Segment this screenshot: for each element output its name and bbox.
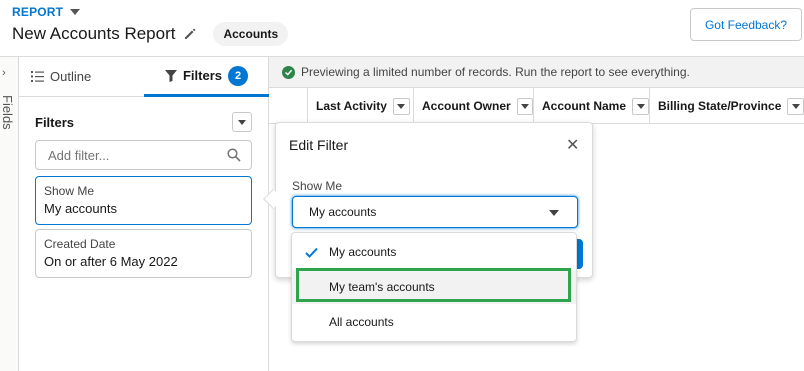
chevron-down-icon [549,210,559,216]
report-header: REPORT New Accounts Report Accounts Got … [0,0,804,57]
column-menu-button[interactable] [392,97,410,115]
add-filter-input[interactable] [36,141,216,169]
tab-filters-label: Filters [182,68,222,83]
tab-outline-label: Outline [50,69,92,84]
panel-tabs: Outline Filters 2 [19,57,269,97]
check-icon [305,247,318,258]
chevron-down-icon [70,9,81,15]
filter-card-value: On or after 6 May 2022 [44,254,178,269]
filters-panel: Outline Filters 2 Filters Show Me My acc… [19,57,269,371]
add-filter-search [35,140,252,170]
fields-label: Fields [0,95,15,130]
preview-banner: Previewing a limited number of records. … [269,57,804,88]
report-label: REPORT [12,5,64,19]
option-label: My accounts [329,245,397,259]
tab-outline[interactable]: Outline [31,69,91,84]
filter-icon [164,69,177,82]
filter-card-show-me[interactable]: Show Me My accounts [35,176,252,225]
show-me-selected-value: My accounts [309,205,377,219]
column-header-label: Account Owner [422,99,511,113]
column-header-label: Account Name [542,99,627,113]
row-number-column [269,88,308,123]
chevron-down-icon [791,103,800,109]
column-header-label: Last Activity [316,99,387,113]
chevron-down-icon [520,103,529,109]
report-type-pill: Accounts [213,22,289,46]
column-header[interactable]: Billing State/Province [650,88,804,124]
option-label: All accounts [329,315,394,329]
chevron-down-icon [636,103,645,109]
chevron-down-icon [238,119,246,125]
column-menu-button[interactable] [632,97,649,115]
option-my-accounts[interactable]: My accounts [292,235,576,269]
filters-count-badge: 2 [228,65,248,86]
fields-panel-toggle[interactable]: › Fields [0,57,19,371]
edit-icon[interactable] [183,27,197,41]
feedback-button[interactable]: Got Feedback? [690,8,802,41]
show-me-field-label: Show Me [292,179,343,193]
chevron-right-icon: › [2,67,6,79]
report-title: New Accounts Report [12,24,176,43]
preview-message: Previewing a limited number of records. … [301,65,690,79]
highlight-annotation [296,268,571,302]
filter-card-label: Created Date [44,237,116,251]
filter-card-label: Show Me [44,184,95,198]
column-menu-button[interactable] [516,97,533,115]
column-header[interactable]: Account Owner [414,88,534,124]
report-type-menu[interactable]: REPORT [12,5,81,19]
chevron-down-icon [397,103,406,109]
popover-title: Edit Filter [289,137,349,153]
table-header: Last Activity Account Owner Account Name… [269,88,804,124]
show-me-select[interactable]: My accounts [292,196,578,228]
list-icon [31,71,44,82]
filter-card-value: My accounts [44,201,117,216]
column-header[interactable]: Account Name [534,88,650,124]
column-menu-button[interactable] [787,97,804,115]
filters-heading: Filters [35,115,75,130]
column-header[interactable]: Last Activity [308,88,414,124]
filter-card-created-date[interactable]: Created Date On or after 6 May 2022 [35,229,252,278]
search-icon [227,148,241,162]
option-all-accounts[interactable]: All accounts [292,305,576,339]
close-icon[interactable]: ✕ [566,135,579,155]
success-check-icon [282,65,295,79]
filters-menu-button[interactable] [232,112,252,132]
tab-filters[interactable]: Filters 2 [144,57,269,97]
column-header-label: Billing State/Province [658,99,782,113]
